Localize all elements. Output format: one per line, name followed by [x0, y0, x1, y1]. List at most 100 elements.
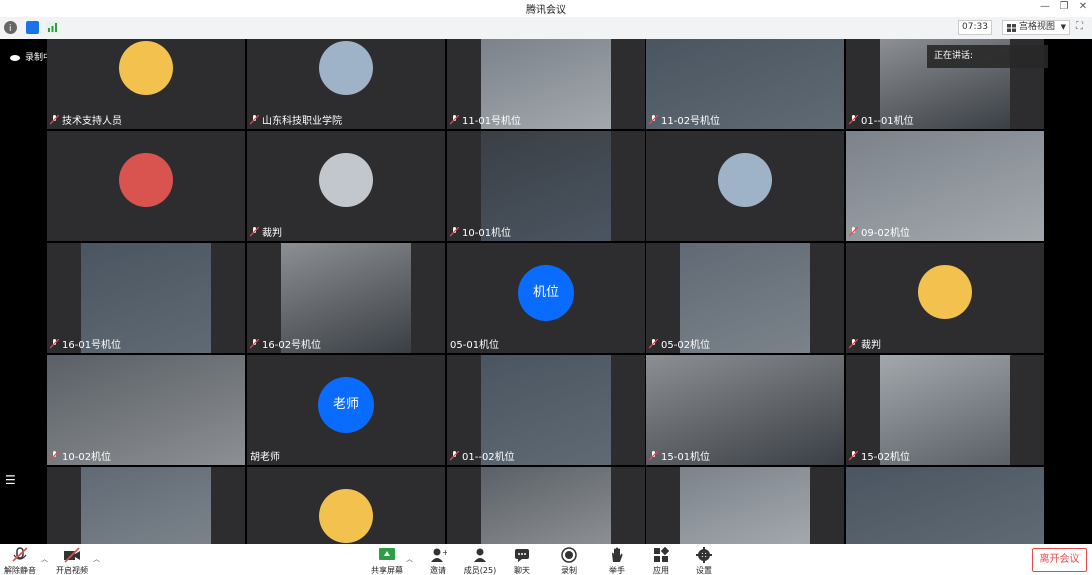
video-tile[interactable]: 裁判	[247, 131, 445, 241]
view-mode-button[interactable]: 宫格视图 ▼	[1002, 20, 1070, 35]
video-tile[interactable]: 01--02机位	[447, 355, 645, 465]
video-options-chevron-icon[interactable]: ︿	[93, 554, 100, 564]
avatar	[119, 153, 173, 207]
info-icon[interactable]: i	[4, 21, 17, 34]
video-tile[interactable]	[646, 467, 844, 544]
participant-name: 11-02号机位	[661, 116, 721, 127]
video-tile[interactable]	[846, 467, 1044, 544]
invite-label: 邀请	[430, 566, 446, 575]
member-list-icon[interactable]: ☰	[5, 473, 16, 487]
audio-options-chevron-icon[interactable]: ︿	[41, 554, 48, 564]
chevron-down-icon: ▼	[1060, 23, 1066, 31]
avatar	[319, 489, 373, 543]
raise-hand-button[interactable]: 举手	[597, 547, 637, 575]
video-tile[interactable]: 15-02机位	[846, 355, 1044, 465]
participant-name: 16-01号机位	[62, 340, 122, 351]
video-tile[interactable]: 11-01号机位	[447, 39, 645, 129]
video-tile[interactable]: 15-01机位	[646, 355, 844, 465]
camera-off-icon	[64, 547, 80, 563]
participant-name: 10-01机位	[462, 228, 512, 239]
participant-label: 11-01号机位	[450, 112, 521, 127]
close-icon[interactable]: ✕	[1076, 1, 1090, 14]
share-screen-label: 共享屏幕	[371, 566, 403, 575]
video-tile[interactable]: 裁判	[846, 243, 1044, 353]
video-tile[interactable]	[47, 467, 245, 544]
settings-button[interactable]: 设置	[684, 547, 724, 575]
members-button[interactable]: 成员(25)	[460, 547, 500, 575]
video-tile[interactable]: 16-01号机位	[47, 243, 245, 353]
record-icon	[561, 547, 577, 563]
apps-label: 应用	[653, 566, 669, 575]
video-tile[interactable]	[447, 467, 645, 544]
mic-muted-icon	[849, 115, 858, 125]
chat-button[interactable]: 聊天	[502, 547, 542, 575]
fullscreen-icon[interactable]: ⛶	[1076, 21, 1088, 33]
participant-name: 裁判	[861, 340, 881, 351]
record-button[interactable]: 录制	[549, 547, 589, 575]
avatar	[918, 265, 972, 319]
mic-muted-icon	[12, 547, 28, 562]
video-tile[interactable]	[47, 131, 245, 241]
invite-button[interactable]: + 邀请	[418, 547, 458, 575]
signal-icon[interactable]	[46, 21, 59, 34]
video-tile[interactable]: 技术支持人员	[47, 39, 245, 129]
video-tile[interactable]: 山东科技职业学院	[247, 39, 445, 129]
share-options-chevron-icon[interactable]: ︿	[406, 554, 413, 564]
mic-muted-icon	[250, 339, 259, 349]
participant-name: 01--02机位	[462, 452, 515, 463]
video-tile[interactable]: 10-01机位	[447, 131, 645, 241]
members-label: 成员(25)	[463, 566, 497, 575]
restore-icon[interactable]: ❐	[1057, 1, 1071, 14]
minimize-icon[interactable]: —	[1038, 1, 1052, 14]
settings-label: 设置	[696, 566, 712, 575]
participant-name: 05-02机位	[661, 340, 711, 351]
record-label: 录制	[561, 566, 577, 575]
participant-name: 胡老师	[250, 452, 280, 463]
avatar	[718, 153, 772, 207]
participant-label: 09-02机位	[849, 224, 910, 239]
meeting-timer: 07:33	[958, 20, 992, 35]
video-feed	[81, 467, 211, 544]
mic-muted-icon	[250, 227, 259, 237]
video-tile[interactable]: 16-02号机位	[247, 243, 445, 353]
unmute-button[interactable]: 解除静音	[0, 547, 40, 575]
participant-label: 01--02机位	[450, 448, 515, 463]
view-mode-label: 宫格视图	[1019, 22, 1056, 32]
mic-muted-icon	[849, 451, 858, 461]
svg-text:i: i	[9, 24, 12, 34]
video-tile[interactable]: 05-02机位	[646, 243, 844, 353]
shield-icon[interactable]	[26, 21, 39, 34]
name-avatar: 机位	[518, 265, 574, 321]
speaking-label: 正在讲话:	[934, 51, 974, 61]
mic-muted-icon	[50, 339, 59, 349]
video-tile[interactable]	[646, 131, 844, 241]
speaking-indicator: 正在讲话:	[927, 45, 1048, 68]
video-tile[interactable]: 11-02号机位	[646, 39, 844, 129]
grid-view-icon	[1007, 24, 1016, 32]
video-tile[interactable]	[247, 467, 445, 544]
participant-label: 05-02机位	[649, 336, 710, 351]
meeting-toolbar: i 07:33 宫格视图 ▼ ⛶	[0, 17, 1092, 39]
invite-icon: +	[431, 548, 447, 562]
name-avatar: 老师	[318, 377, 374, 433]
video-tile[interactable]: 10-02机位	[47, 355, 245, 465]
participant-label: 11-02号机位	[649, 112, 720, 127]
video-tile[interactable]: 机位 05-01机位	[447, 243, 645, 353]
participant-label: 15-01机位	[649, 448, 710, 463]
cloud-icon	[10, 55, 20, 61]
video-feed	[846, 467, 1044, 544]
video-tile[interactable]: 09-02机位	[846, 131, 1044, 241]
video-tile[interactable]: 老师胡老师	[247, 355, 445, 465]
participant-name: 01--01机位	[861, 116, 914, 127]
leave-meeting-button[interactable]: 离开会议	[1032, 548, 1087, 572]
mic-muted-icon	[450, 115, 459, 125]
members-icon	[474, 548, 486, 562]
apps-icon	[654, 547, 670, 562]
gear-icon	[696, 547, 712, 563]
participant-name: 10-02机位	[62, 452, 112, 463]
start-video-button[interactable]: 开启视频	[52, 547, 92, 575]
apps-button[interactable]: 应用	[641, 547, 681, 575]
share-screen-button[interactable]: 共享屏幕	[367, 547, 407, 575]
participant-label: 01--01机位	[849, 112, 914, 127]
participant-name: 裁判	[262, 228, 282, 239]
